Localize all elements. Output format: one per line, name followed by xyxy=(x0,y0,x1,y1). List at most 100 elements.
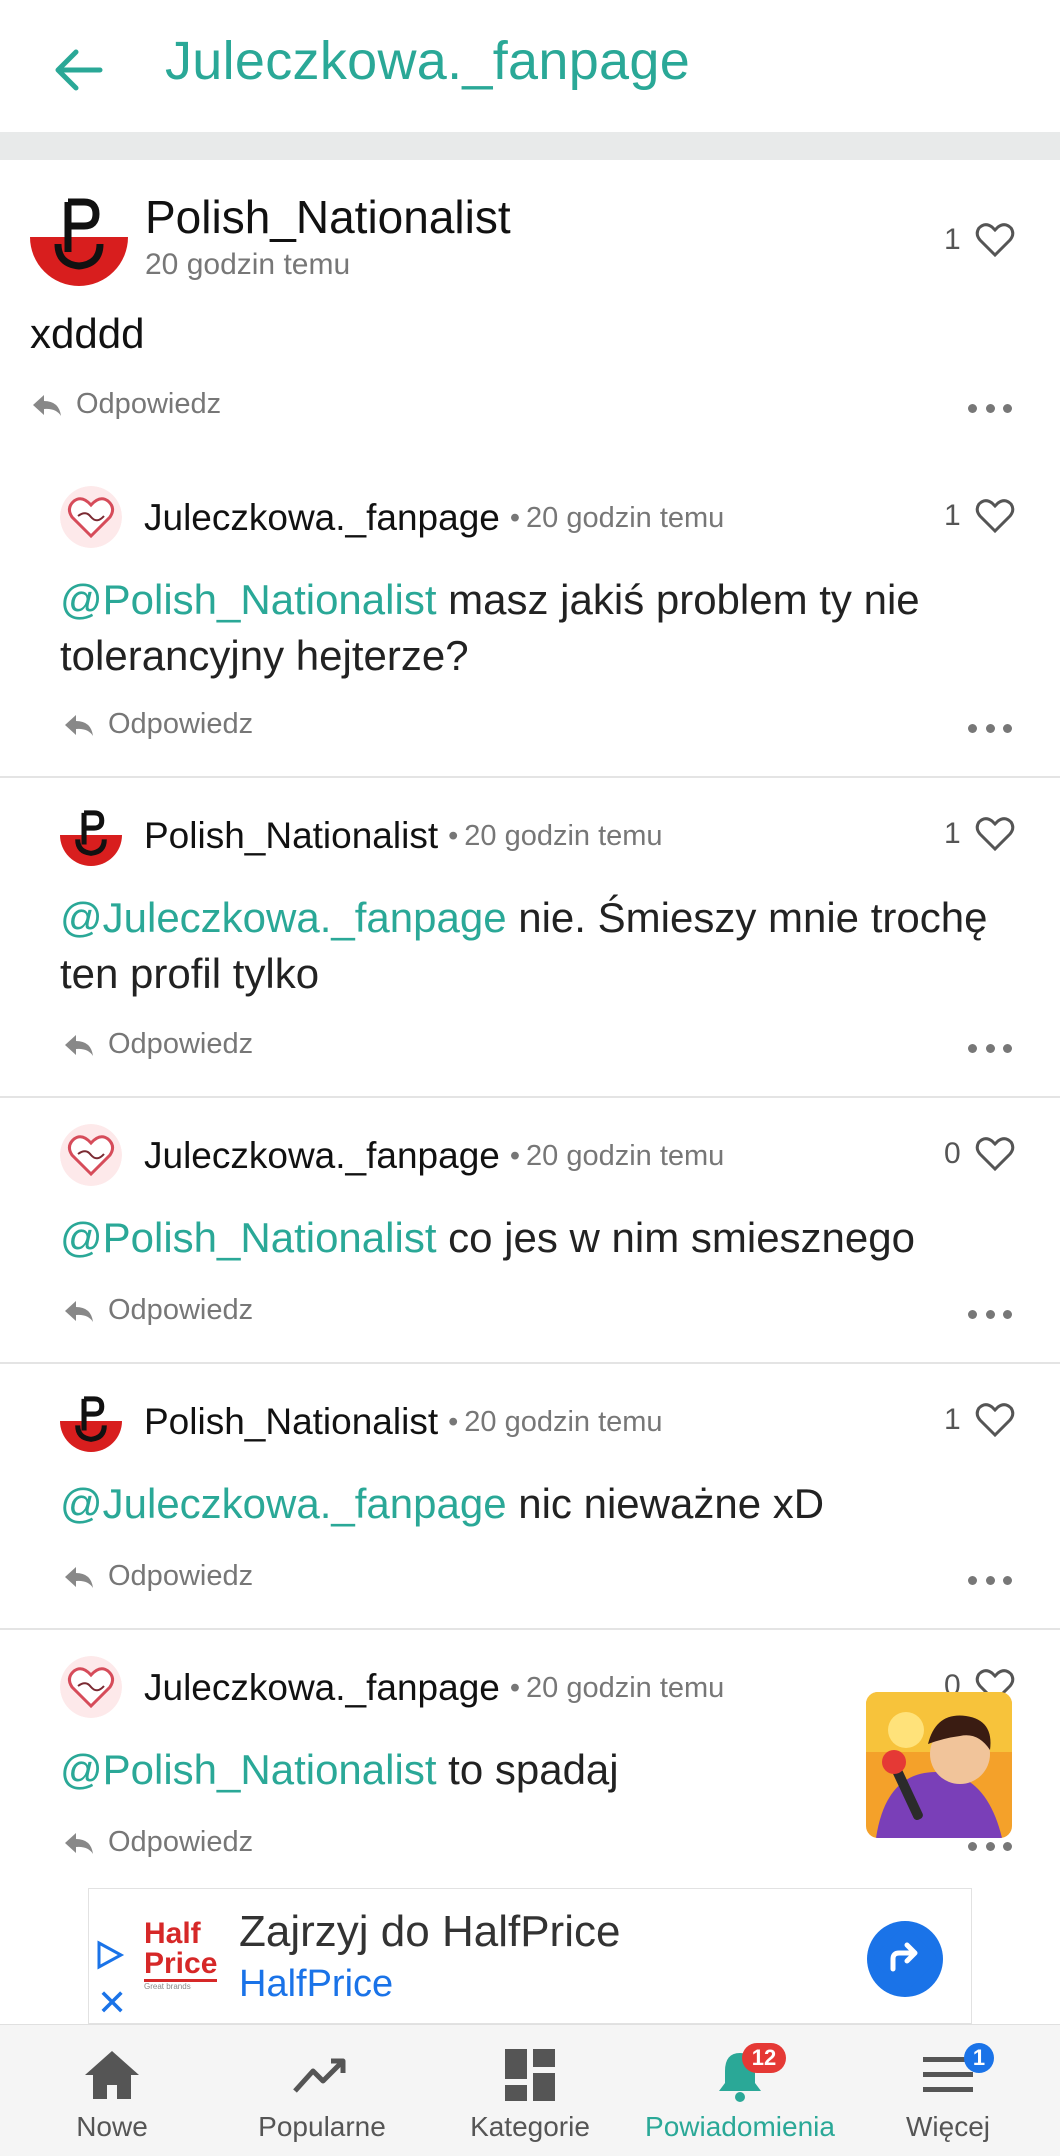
reply-comment: Polish_Nationalist • 20 godzin temu 1 @J… xyxy=(0,778,1060,1098)
trending-icon xyxy=(291,2047,353,2103)
mention-link[interactable]: @Polish_Nationalist xyxy=(60,1214,436,1261)
ad-title[interactable]: Zajrzyj do HalfPrice xyxy=(239,1907,620,1957)
comment-time: 20 godzin temu xyxy=(464,819,663,852)
more-options-icon[interactable] xyxy=(968,1836,1012,1856)
mention-link[interactable]: @Polish_Nationalist xyxy=(60,1746,436,1793)
tab-label: Nowe xyxy=(76,2111,148,2142)
reply-button[interactable]: Odpowiedz xyxy=(62,708,253,741)
reply-button[interactable]: Odpowiedz xyxy=(62,1028,253,1061)
tab-label: Powiadomienia xyxy=(645,2111,835,2142)
like-count: 0 xyxy=(944,1137,961,1170)
avatar[interactable] xyxy=(60,1390,122,1452)
reply-label: Odpowiedz xyxy=(108,708,254,740)
reply-icon xyxy=(65,1034,93,1056)
more-options-icon[interactable] xyxy=(968,718,1012,738)
ad-choices-icon[interactable] xyxy=(93,1939,125,1971)
reply-header: Juleczkowa._fanpage • 20 godzin temu xyxy=(144,486,724,550)
more-options-icon[interactable] xyxy=(968,398,1012,418)
like-control[interactable]: 1 xyxy=(944,222,1015,258)
reply-header: Juleczkowa._fanpage • 20 godzin temu xyxy=(144,1656,724,1720)
comment-author[interactable]: Polish_Nationalist xyxy=(145,190,511,244)
comment-text: @Juleczkowa._fanpage nie. Śmieszy mnie t… xyxy=(60,894,988,997)
comment-author[interactable]: Juleczkowa._fanpage xyxy=(144,497,500,539)
like-count: 1 xyxy=(944,817,961,850)
reply-header: Polish_Nationalist • 20 godzin temu xyxy=(144,1390,663,1454)
reply-button[interactable]: Odpowiedz xyxy=(62,1294,253,1327)
more-badge: 1 xyxy=(964,2043,994,2073)
separator-dot: • xyxy=(509,501,521,534)
main-comment: Polish_Nationalist 20 godzin temu 1 xddd… xyxy=(0,160,1060,460)
separator-dot: • xyxy=(509,1671,521,1704)
mention-link[interactable]: @Juleczkowa._fanpage xyxy=(60,1480,507,1527)
reply-button[interactable]: Odpowiedz xyxy=(30,388,221,421)
comment-time: 20 godzin temu xyxy=(464,1405,663,1438)
like-control[interactable]: 1 xyxy=(944,1402,1015,1438)
comment-time: 20 godzin temu xyxy=(526,1139,725,1172)
comment-author[interactable]: Juleczkowa._fanpage xyxy=(144,1135,500,1177)
halfprice-logo: Half Price Great brands xyxy=(144,1917,218,1991)
reply-icon xyxy=(65,714,93,736)
comment-text: xdddd xyxy=(30,310,145,357)
avatar[interactable] xyxy=(60,1656,122,1718)
reply-icon xyxy=(65,1832,93,1854)
back-arrow-icon[interactable] xyxy=(48,40,108,100)
reply-comment: Juleczkowa._fanpage • 20 godzin temu 1 @… xyxy=(0,460,1060,778)
like-control[interactable]: 1 xyxy=(944,498,1015,534)
tab-wiecej[interactable]: 1 Więcej xyxy=(848,2039,1048,2149)
avatar[interactable] xyxy=(60,804,122,866)
like-control[interactable]: 0 xyxy=(944,1136,1015,1172)
ad-go-button[interactable] xyxy=(867,1921,943,1997)
avatar[interactable] xyxy=(30,188,128,286)
notification-badge: 12 xyxy=(742,2043,786,2073)
mention-link[interactable]: @Polish_Nationalist xyxy=(60,576,436,623)
ad-close-icon[interactable]: ✕ xyxy=(97,1985,127,2021)
reply-button[interactable]: Odpowiedz xyxy=(62,1560,253,1593)
heart-icon[interactable] xyxy=(975,816,1015,852)
reply-label: Odpowiedz xyxy=(108,1028,254,1060)
heart-icon[interactable] xyxy=(975,1136,1015,1172)
tab-popularne[interactable]: Popularne xyxy=(222,2039,422,2149)
ad-advertiser[interactable]: HalfPrice xyxy=(239,1963,393,2006)
like-count: 1 xyxy=(944,223,961,256)
ad-banner[interactable]: ✕ Half Price Great brands Zajrzyj do Hal… xyxy=(88,1888,972,2024)
tab-kategorie[interactable]: Kategorie xyxy=(430,2039,630,2149)
divider-band xyxy=(0,132,1060,160)
like-count: 1 xyxy=(944,1403,961,1436)
floating-game-icon[interactable] xyxy=(866,1692,1012,1838)
separator-dot: • xyxy=(448,1405,459,1438)
reply-label: Odpowiedz xyxy=(108,1560,254,1592)
bottom-navigation: Nowe Popularne Kategorie 12 Powiadomieni… xyxy=(0,2024,1060,2156)
reply-comment: Polish_Nationalist • 20 godzin temu 1 @J… xyxy=(0,1364,1060,1630)
comment-time: 20 godzin temu xyxy=(526,501,725,534)
tab-label: Popularne xyxy=(258,2111,386,2142)
comment-author[interactable]: Polish_Nationalist xyxy=(144,815,438,857)
tab-nowe[interactable]: Nowe xyxy=(12,2039,212,2149)
comment-time: 20 godzin temu xyxy=(526,1671,725,1704)
separator-dot: • xyxy=(448,819,459,852)
reply-label: Odpowiedz xyxy=(76,388,222,420)
tab-powiadomienia[interactable]: 12 Powiadomienia xyxy=(640,2039,840,2149)
reply-icon xyxy=(65,1566,93,1588)
comment-author[interactable]: Juleczkowa._fanpage xyxy=(144,1667,500,1709)
mention-link[interactable]: @Juleczkowa._fanpage xyxy=(60,894,507,941)
heart-icon[interactable] xyxy=(975,498,1015,534)
more-options-icon[interactable] xyxy=(968,1570,1012,1590)
reply-label: Odpowiedz xyxy=(108,1294,254,1326)
reply-button[interactable]: Odpowiedz xyxy=(62,1826,253,1859)
like-control[interactable]: 1 xyxy=(944,816,1015,852)
reply-header: Polish_Nationalist • 20 godzin temu xyxy=(144,804,663,868)
like-count: 1 xyxy=(944,499,961,532)
heart-icon[interactable] xyxy=(975,1402,1015,1438)
heart-icon[interactable] xyxy=(975,222,1015,258)
comment-time: 20 godzin temu xyxy=(145,248,351,281)
comment-text: @Polish_Nationalist masz jakiś problem t… xyxy=(60,576,920,679)
tab-label: Kategorie xyxy=(470,2111,590,2142)
comment-author[interactable]: Polish_Nationalist xyxy=(144,1401,438,1443)
more-options-icon[interactable] xyxy=(968,1304,1012,1324)
avatar[interactable] xyxy=(60,1124,122,1186)
more-options-icon[interactable] xyxy=(968,1038,1012,1058)
avatar[interactable] xyxy=(60,486,122,548)
app-header: Juleczkowa._fanpage xyxy=(0,0,1060,132)
comment-text: @Juleczkowa._fanpage nic nieważne xD xyxy=(60,1480,825,1527)
reply-label: Odpowiedz xyxy=(108,1826,254,1858)
